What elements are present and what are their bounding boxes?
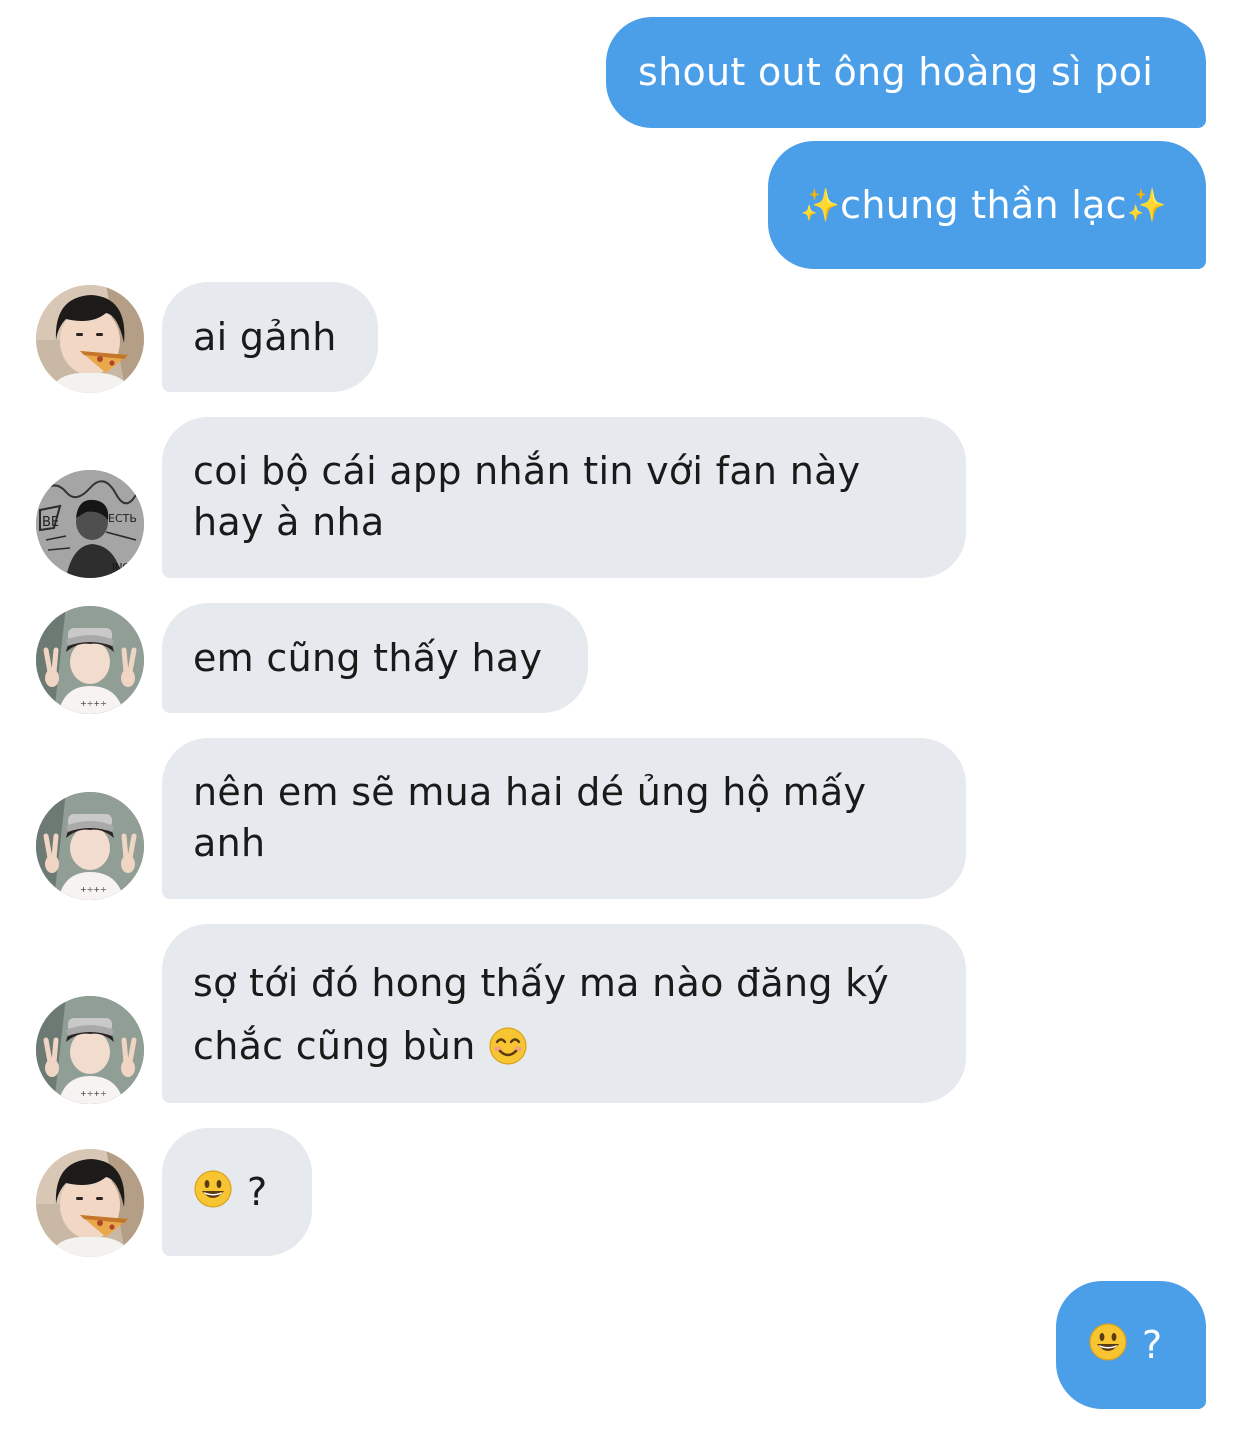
message-bubble-incoming[interactable]: ai gảnh — [162, 282, 378, 392]
message-text: ai gảnh — [193, 314, 337, 359]
smiling-blush-emoji-icon — [488, 1026, 528, 1066]
message-line: hay à nha — [193, 500, 385, 544]
message-line: nên em sẽ mua hai dé ủng hộ mấy — [193, 770, 867, 814]
graffiti-avatar[interactable] — [36, 470, 144, 578]
peace-sign-avatar[interactable] — [36, 606, 144, 714]
sparkle-icon: ✨ — [800, 185, 841, 224]
message-text: ? — [247, 1169, 268, 1214]
message-line: sợ tới đó hong thấy ma nào đăng ký — [193, 961, 889, 1005]
message-bubble-outgoing[interactable]: ? — [1056, 1281, 1206, 1409]
message-line: anh — [193, 821, 266, 865]
peace-sign-avatar[interactable] — [36, 792, 144, 900]
message-bubble-incoming[interactable]: sợ tới đó hong thấy ma nào đăng ký chắc … — [162, 924, 966, 1103]
message-text: chung thần lạc — [840, 182, 1127, 227]
message-bubble-incoming[interactable]: nên em sẽ mua hai dé ủng hộ mấy anh — [162, 738, 966, 899]
message-text: shout out ông hoàng sì poi — [638, 50, 1154, 94]
message-bubble-outgoing[interactable]: shout out ông hoàng sì poi — [606, 17, 1206, 128]
message-bubble-incoming[interactable]: ? — [162, 1128, 312, 1256]
pizza-boy-avatar[interactable] — [36, 285, 144, 393]
message-bubble-incoming[interactable]: em cũng thấy hay — [162, 603, 588, 713]
grinning-emoji-icon — [1088, 1322, 1128, 1362]
message-bubble-incoming[interactable]: coi bộ cái app nhắn tin với fan này hay … — [162, 417, 966, 578]
grinning-emoji-icon — [193, 1169, 233, 1209]
chat-thread[interactable]: shout out ông hoàng sì poi ✨ chung thần … — [0, 0, 1242, 1430]
pizza-boy-avatar[interactable] — [36, 1149, 144, 1257]
message-line: coi bộ cái app nhắn tin với fan này — [193, 449, 861, 493]
message-line: chắc cũng bùn — [193, 1024, 476, 1068]
message-text: ? — [1142, 1322, 1163, 1367]
message-text: em cũng thấy hay — [193, 635, 543, 680]
message-bubble-outgoing[interactable]: ✨ chung thần lạc ✨ — [768, 141, 1206, 269]
peace-sign-avatar[interactable] — [36, 996, 144, 1104]
sparkle-icon: ✨ — [1126, 185, 1168, 224]
